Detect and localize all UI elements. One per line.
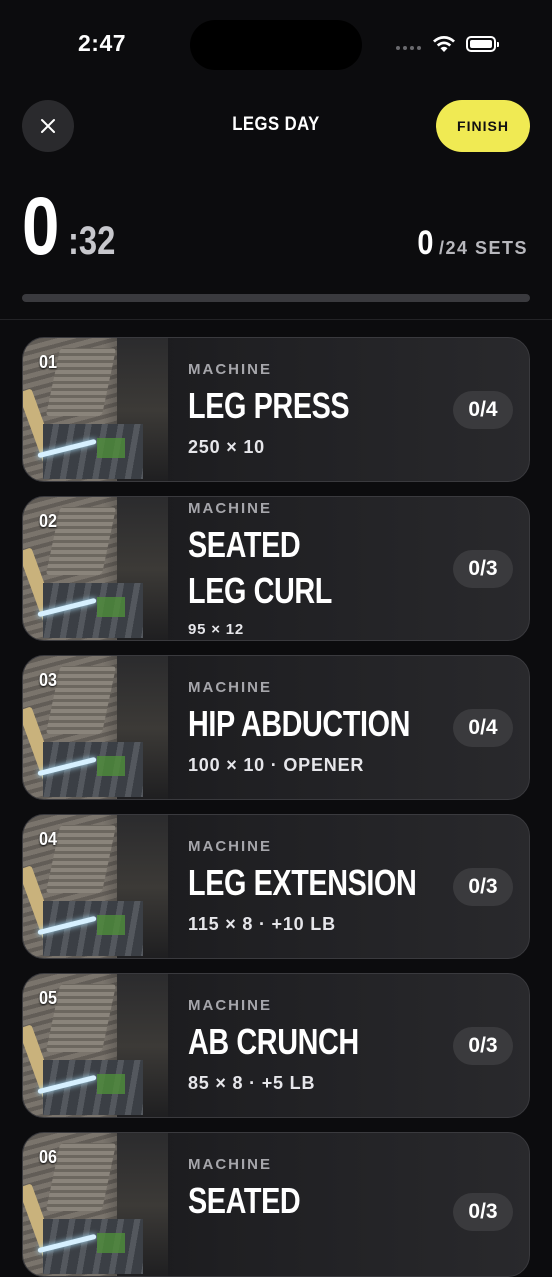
exercise-name: HIP ABDUCTION [188,703,411,744]
exercise-card[interactable]: 04 MACHINE LEG EXTENSION 115 × 8 · +10 LB 0/… [22,814,530,959]
exercise-card[interactable]: 03 MACHINE HIP ABDUCTION 100 × 10 · OPENER 0… [22,655,530,800]
exercise-category: MACHINE [188,838,272,855]
header-divider [0,319,552,320]
exercise-category: MACHINE [188,500,272,517]
exercise-detail: 85 × 8 · +5 LB [188,1073,316,1093]
wifi-icon [433,36,455,52]
sets-done: 0 [417,224,434,262]
exercise-index: 05 [39,988,58,1008]
exercise-name: AB CRUNCH [188,1021,359,1062]
cellular-signal-icon [396,46,421,50]
exercise-set-count: 0/4 [453,391,513,429]
exercise-detail: 250 × 10 [188,437,265,457]
exercise-set-count: 0/3 [453,1193,513,1231]
exercise-detail: 95 × 12 [188,621,245,638]
exercise-name: SEATED [188,524,301,565]
sets-counter: 0 /24 SETS [416,224,528,263]
exercise-card[interactable]: 05 MACHINE AB CRUNCH 85 × 8 · +5 LB 0/3 [22,973,530,1118]
exercise-index: 06 [39,1147,58,1167]
exercise-set-count: 0/3 [453,868,513,906]
exercise-name: LEG PRESS [188,385,350,426]
exercise-index: 02 [39,511,58,531]
exercise-index: 03 [39,670,58,690]
exercise-index: 04 [39,829,58,849]
finish-button[interactable]: FINISH [436,100,530,152]
exercise-detail: 100 × 10 · OPENER [188,755,365,775]
exercise-set-count: 0/4 [453,709,513,747]
exercise-category: MACHINE [188,679,272,696]
exercise-name: LEG CURL [188,570,332,611]
exercise-set-count: 0/3 [453,550,513,588]
exercise-card[interactable]: 06 MACHINE SEATED 0/3 [22,1132,530,1277]
exercise-set-count: 0/3 [453,1027,513,1065]
sets-progress-bar [22,294,530,302]
exercise-index: 01 [39,352,58,372]
exercise-category: MACHINE [188,361,272,378]
timer-minutes: 0 [22,181,60,272]
exercise-name: SEATED [188,1180,301,1221]
workout-timer: 0 :32 [22,186,126,268]
battery-icon [466,36,499,52]
dynamic-island [190,20,362,70]
exercise-card[interactable]: 01 MACHINE LEG PRESS 250 × 10 0/4 [22,337,530,482]
sets-total: /24 SETS [438,238,528,258]
status-time: 2:47 [78,30,127,56]
exercise-category: MACHINE [188,997,272,1014]
exercise-card[interactable]: 02 MACHINE SEATED LEG CURL 95 × 12 0/3 [22,496,530,641]
exercise-category: MACHINE [188,1156,272,1173]
exercise-name: LEG EXTENSION [188,862,417,903]
timer-seconds: :32 [68,219,116,263]
exercise-detail: 115 × 8 · +10 LB [188,914,336,934]
